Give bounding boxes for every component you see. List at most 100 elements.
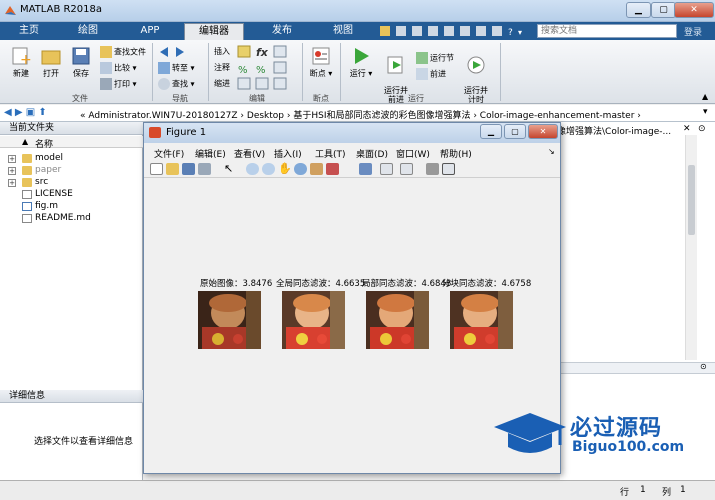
list-item[interactable]: README.md [0,213,140,225]
run-and-time-button[interactable]: 运行并 计时 [460,46,492,104]
advance-button[interactable]: 前进 [416,68,446,80]
breakpoint-icon [312,47,330,65]
group-divider [302,43,303,101]
group-label-file: 文件 [72,94,88,103]
details-header[interactable]: 详细信息 [0,390,143,403]
scrollbar-thumb[interactable] [688,165,695,235]
tab-home[interactable]: 主页 [2,23,56,40]
group-divider [340,43,341,101]
minimize-button[interactable]: ▁ [626,2,651,18]
zoom-out-icon[interactable] [262,163,275,175]
vertical-scrollbar[interactable] [685,135,697,360]
svg-text:?: ? [508,28,513,38]
panel-options-icon[interactable]: ⊙ [700,362,707,371]
login-link[interactable]: 登录 [684,25,702,38]
pointer-arrow-icon[interactable]: ↖ [224,163,237,175]
tab-apps[interactable]: APP [120,23,180,40]
open-file-icon[interactable] [166,163,179,175]
close-icon[interactable]: ✕ [683,124,691,134]
ribbon-collapse-icon[interactable]: ▲ [702,92,708,101]
status-bar: 行 1 列 1 [0,480,715,500]
data-cursor-icon[interactable] [310,163,323,175]
insert-button[interactable]: 插入 [214,46,230,57]
list-item[interactable]: fig.m [0,201,140,213]
save-figure-icon[interactable] [182,163,195,175]
quick-access-toolbar[interactable]: ? ▾ [378,25,528,38]
goto-button[interactable]: 转至 ▾ [158,62,195,74]
print-figure-icon[interactable] [198,163,211,175]
menu-desktop[interactable]: 桌面(D) [356,147,388,160]
close-button[interactable]: ✕ [674,2,714,18]
list-item[interactable]: + paper [0,165,140,177]
brush-icon[interactable] [326,163,339,175]
undock-icon[interactable]: ↘ [548,147,555,156]
menu-insert[interactable]: 插入(I) [274,147,302,160]
expand-icon[interactable]: + [8,155,16,163]
clown-image-block-filter [450,291,513,349]
comment-button[interactable]: 注释 [214,62,230,73]
tab-view[interactable]: 视图 [318,23,368,40]
expand-icon[interactable]: + [8,179,16,187]
compare-icon [100,62,112,74]
save-button[interactable]: 保存 [66,46,96,79]
current-folder-path[interactable]: « Administrator.WIN7U-20180127Z › Deskto… [80,108,641,121]
new-button[interactable]: + 新建 [6,46,36,79]
new-figure-icon[interactable] [150,163,163,175]
open-button[interactable]: 打开 [36,46,66,79]
list-item[interactable]: + src [0,177,140,189]
watermark-title: 必过源码 [570,416,663,441]
menu-file[interactable]: 文件(F) [154,147,184,160]
zoom-in-icon[interactable] [246,163,259,175]
current-folder-panel: 当前文件夹 ▲ 名称 + model + paper + src LICENSE… [0,122,143,500]
figure-toolbar: ↖ ✋ [144,161,560,178]
menu-tools[interactable]: 工具(T) [315,147,346,160]
insert-legend-icon[interactable] [400,163,413,175]
menu-view[interactable]: 查看(V) [234,147,265,160]
maximize-button[interactable]: ▢ [651,2,676,18]
search-documentation-input[interactable] [537,24,677,38]
tab-editor[interactable]: 编辑器 [184,23,244,40]
print-button[interactable]: 打印 ▾ [100,78,137,90]
svg-text:fx: fx [256,46,269,59]
run-time-icon [467,56,485,74]
figure-title-bar[interactable]: Figure 1 ▁ ▢ ✕ [144,123,560,143]
hide-plot-tools-icon[interactable] [426,163,439,175]
menu-edit[interactable]: 编辑(E) [195,147,226,160]
figure-menu-bar: 文件(F) 编辑(E) 查看(V) 插入(I) 工具(T) 桌面(D) 窗口(W… [144,144,560,160]
figure-maximize-button[interactable]: ▢ [504,124,526,139]
insert-colorbar-icon[interactable] [380,163,393,175]
show-plot-tools-icon[interactable] [442,163,455,175]
expand-icon[interactable]: + [8,167,16,175]
name-column-header[interactable]: ▲ 名称 [0,136,143,150]
figure-minimize-button[interactable]: ▁ [480,124,502,139]
link-plot-icon[interactable] [359,163,372,175]
run-button[interactable]: 运行 ▾ [346,46,376,79]
pan-hand-icon[interactable]: ✋ [278,163,292,175]
group-divider [208,43,209,101]
rotate-3d-icon[interactable] [294,163,307,175]
list-item[interactable]: + model [0,153,140,165]
address-dropdown-icon[interactable]: ▾ [703,107,708,117]
breakpoints-button[interactable]: 断点 ▾ [306,46,336,79]
compare-button[interactable]: 比较 ▾ [100,62,137,74]
watermark-url: Biguo100.com [572,439,685,455]
tab-plots[interactable]: 绘图 [62,23,114,40]
navigation-arrows-icon[interactable] [158,46,202,58]
panel-options-icon[interactable]: ⊙ [698,124,706,134]
figure-close-button[interactable]: ✕ [528,124,558,139]
title-bar: MATLAB R2018a ▁ ▢ ✕ [0,0,715,22]
advance-icon [416,68,428,80]
address-nav-icons[interactable]: ◀ ▶ ▣ ⬆ [4,107,47,118]
menu-help[interactable]: 帮助(H) [440,147,472,160]
find-button[interactable]: 查找 ▾ [158,78,195,90]
menu-window[interactable]: 窗口(W) [396,147,430,160]
edit-tool-icons[interactable]: fx % % [236,44,298,94]
find-files-button[interactable]: 查找文件 [100,46,146,58]
list-item[interactable]: LICENSE [0,189,140,201]
group-label-edit: 编辑 [249,94,265,103]
watermark: 必过源码 Biguo100.com [490,405,705,465]
indent-button[interactable]: 缩进 [214,78,230,89]
tab-publish[interactable]: 发布 [250,23,314,40]
find-files-icon [100,46,112,58]
run-section-button[interactable]: 运行节 [416,52,454,64]
